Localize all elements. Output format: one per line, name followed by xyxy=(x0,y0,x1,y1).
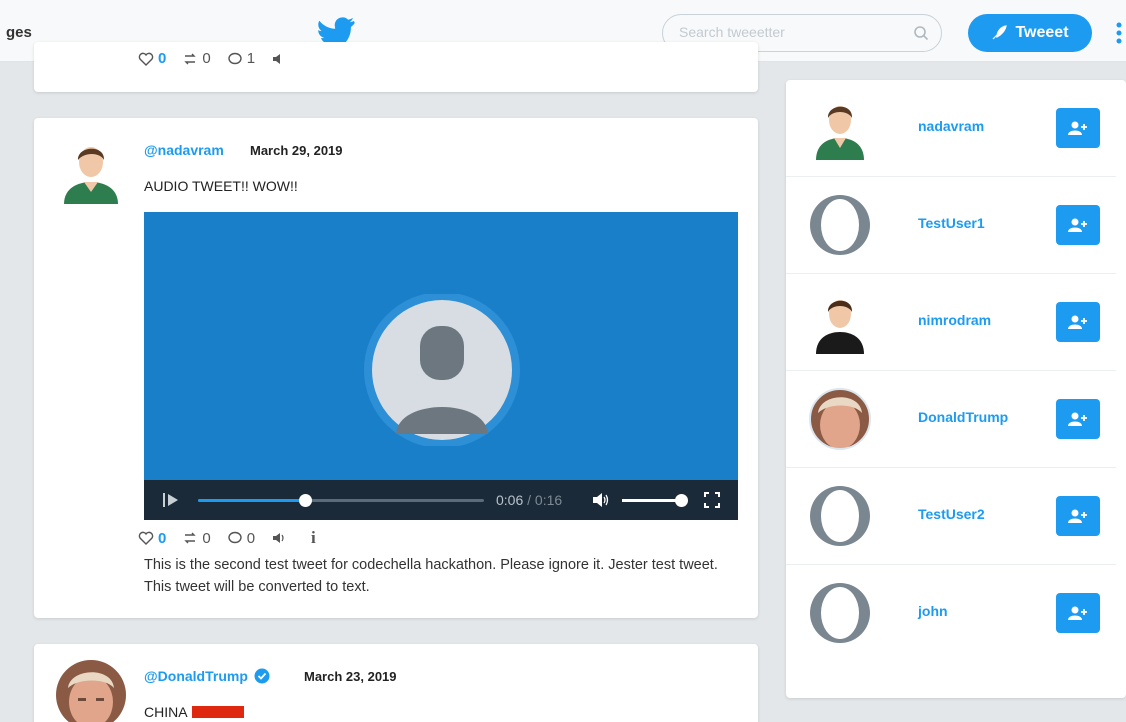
follow-suggestion-row: john xyxy=(786,565,1116,662)
follow-button[interactable] xyxy=(1056,399,1100,439)
search-input[interactable] xyxy=(679,24,899,40)
person-photo-icon xyxy=(56,660,126,722)
user-avatar-icon[interactable] xyxy=(60,138,122,204)
like-count: 0 xyxy=(158,529,167,547)
retweet-action[interactable]: 0 xyxy=(182,50,211,67)
tweet-card-donaldtrump: @DonaldTrump March 23, 2019 CHINA xyxy=(34,644,758,722)
info-action[interactable]: i xyxy=(311,528,316,548)
suggested-user-name[interactable]: nadavram xyxy=(918,118,984,134)
quill-icon xyxy=(993,25,1008,40)
tweet-author-handle[interactable]: @DonaldTrump xyxy=(144,668,270,684)
audio-action[interactable] xyxy=(271,51,287,67)
reply-action[interactable]: 1 xyxy=(227,50,255,67)
follow-button[interactable] xyxy=(1056,593,1100,633)
tweet-button[interactable]: Tweeet xyxy=(968,14,1092,52)
follow-button[interactable] xyxy=(1056,302,1100,342)
duration: 0:16 xyxy=(534,492,563,508)
retweet-icon xyxy=(184,53,197,64)
avatar-default-ring-icon[interactable] xyxy=(806,484,874,548)
add-user-icon xyxy=(1068,412,1087,426)
reply-count: 0 xyxy=(246,529,256,547)
player-controls: 0:06 / 0:16 xyxy=(144,480,738,520)
tweet-card-previous: 0 0 1 xyxy=(34,42,758,92)
author-handle-text: @DonaldTrump xyxy=(144,668,248,684)
follow-button[interactable] xyxy=(1056,496,1100,536)
menu-icon[interactable] xyxy=(1116,22,1122,44)
comment-icon xyxy=(227,52,242,64)
volume-fill xyxy=(622,499,682,502)
audio-action[interactable] xyxy=(271,530,287,546)
fullscreen-icon[interactable] xyxy=(704,492,720,508)
avatar-default-ring-icon[interactable] xyxy=(806,193,874,257)
verified-badge-icon xyxy=(254,668,270,684)
tweet-text: CHINA xyxy=(144,704,188,720)
retweet-action[interactable]: 0 xyxy=(182,529,211,547)
time-display: 0:06 / 0:16 xyxy=(496,492,562,508)
reply-count: 1 xyxy=(246,50,256,67)
suggested-user-name[interactable]: nimrodram xyxy=(918,312,991,328)
add-user-icon xyxy=(1068,218,1087,232)
avatar-photo-icon[interactable] xyxy=(806,387,874,451)
like-count: 0 xyxy=(158,50,167,67)
tweet-actions: 0 0 1 xyxy=(138,50,287,67)
progress-bar[interactable] xyxy=(198,494,484,507)
tweet-button-label: Tweeet xyxy=(1015,24,1069,41)
suggested-user-name[interactable]: john xyxy=(918,603,948,619)
speaker-icon xyxy=(273,533,284,543)
volume-icon[interactable] xyxy=(592,492,610,508)
add-user-icon xyxy=(1068,606,1087,620)
follow-button[interactable] xyxy=(1056,205,1100,245)
follow-suggestion-row: DonaldTrump xyxy=(786,371,1116,468)
volume-slider[interactable] xyxy=(622,494,688,507)
add-user-icon xyxy=(1068,509,1087,523)
audio-cover-avatar-icon xyxy=(364,294,520,446)
follow-suggestion-row: TestUser2 xyxy=(786,468,1116,565)
search-icon[interactable] xyxy=(913,25,929,41)
volume-handle[interactable] xyxy=(675,494,688,507)
tweet-author-handle[interactable]: @nadavram xyxy=(144,142,224,158)
suggested-user-name[interactable]: DonaldTrump xyxy=(918,409,1008,425)
add-user-icon xyxy=(1068,315,1087,329)
follow-suggestion-row: nimrodram xyxy=(786,274,1116,371)
nav-link-partial[interactable]: ges xyxy=(6,24,32,41)
tweet-card-audio: @nadavram March 29, 2019 AUDIO TWEET!! W… xyxy=(34,118,758,618)
reply-action[interactable]: 0 xyxy=(227,530,255,547)
progress-handle[interactable] xyxy=(299,494,313,507)
suggested-user-name[interactable]: TestUser1 xyxy=(918,215,985,231)
time-separator: / xyxy=(527,492,532,508)
follow-suggestion-row: TestUser1 xyxy=(786,177,1116,274)
user-avatar-photo[interactable] xyxy=(56,660,126,722)
comment-icon xyxy=(227,531,242,544)
info-icon: i xyxy=(311,528,316,547)
retweet-count: 0 xyxy=(202,529,211,547)
china-flag-icon xyxy=(191,706,244,718)
avatar-default-ring-icon[interactable] xyxy=(806,581,874,645)
like-action[interactable]: 0 xyxy=(138,530,166,547)
add-user-icon xyxy=(1068,121,1087,135)
retweet-icon xyxy=(184,532,197,544)
follow-suggestion-row: nadavram xyxy=(786,80,1116,177)
speaker-icon xyxy=(273,53,281,64)
tweet-text: AUDIO TWEET!! WOW!! xyxy=(144,178,298,194)
avatar-black-shirt-icon[interactable] xyxy=(806,290,874,354)
retweet-count: 0 xyxy=(202,50,211,67)
tweet-transcript: This is the second test tweet for codech… xyxy=(144,557,718,595)
heart-icon xyxy=(138,531,154,545)
suggested-user-name[interactable]: TestUser2 xyxy=(918,506,985,522)
tweet-actions: 0 0 0 i xyxy=(138,528,316,548)
avatar-green-shirt-icon[interactable] xyxy=(806,96,874,160)
audio-player[interactable]: 0:06 / 0:16 xyxy=(144,212,738,520)
tweet-date: March 29, 2019 xyxy=(250,143,343,158)
tweet-text-row: CHINA xyxy=(144,704,244,720)
who-to-follow-panel: nadavram TestUser1 nimrodram DonaldTrump… xyxy=(786,80,1126,698)
play-icon[interactable] xyxy=(162,492,180,508)
follow-button[interactable] xyxy=(1056,108,1100,148)
like-action[interactable]: 0 xyxy=(138,50,166,67)
progress-fill xyxy=(198,499,306,502)
current-time: 0:06 xyxy=(496,492,524,508)
heart-icon xyxy=(138,52,154,66)
tweet-date: March 23, 2019 xyxy=(304,669,397,684)
